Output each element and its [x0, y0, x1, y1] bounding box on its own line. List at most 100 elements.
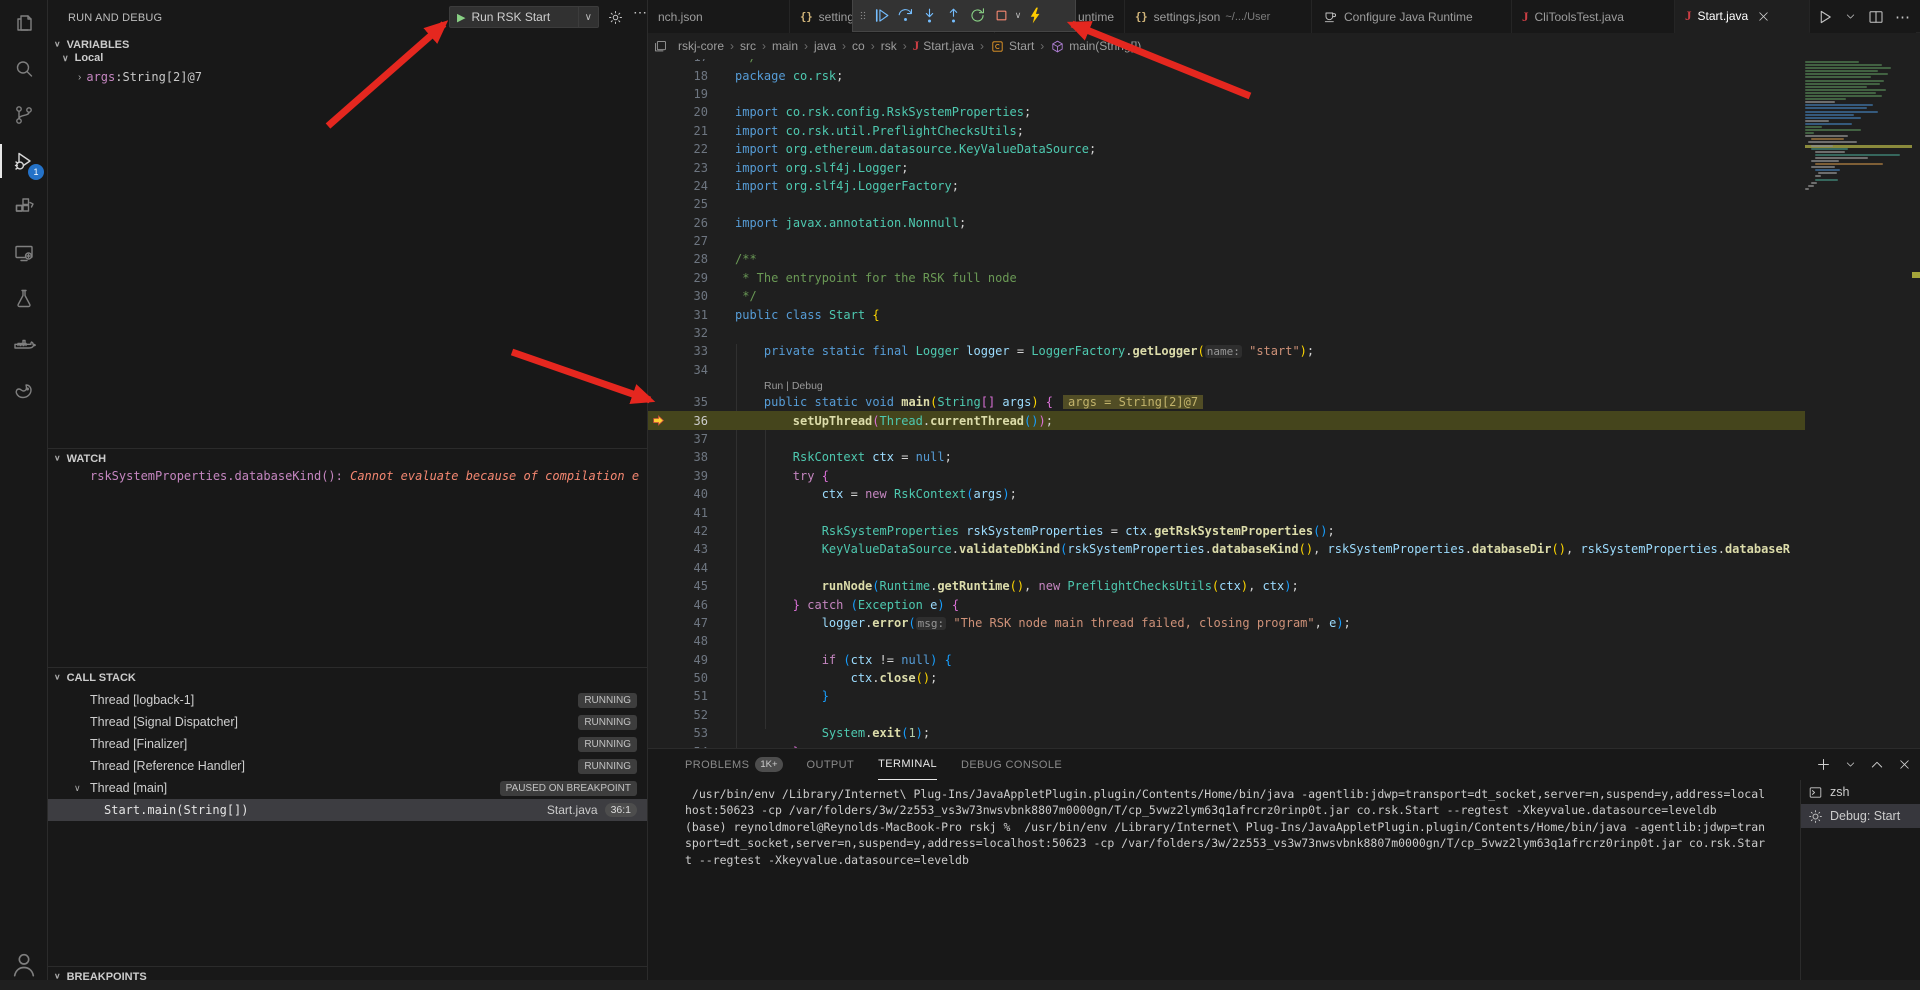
breadcrumb-item-java[interactable]: java — [814, 39, 836, 53]
code-line[interactable]: 22import org.ethereum.datasource.KeyValu… — [648, 140, 1805, 158]
codelens-run-debug[interactable]: Run | Debug — [648, 379, 1805, 393]
code-line[interactable]: 44 — [648, 559, 1805, 577]
continue-icon[interactable] — [869, 3, 893, 29]
code-line[interactable]: 24import org.slf4j.LoggerFactory; — [648, 177, 1805, 195]
watch-section-header[interactable]: ∨ WATCH — [48, 449, 647, 468]
call-stack-thread[interactable]: Thread [Signal Dispatcher]RUNNING — [48, 711, 647, 733]
call-stack-thread[interactable]: Thread [Finalizer]RUNNING — [48, 733, 647, 755]
editor-tab-nch-json[interactable]: nch.json — [648, 0, 790, 33]
run-file-button[interactable] — [1816, 8, 1834, 26]
account-icon[interactable] — [0, 950, 48, 990]
terminal-instance-debug-start[interactable]: Debug: Start — [1801, 804, 1920, 828]
code-line[interactable]: 25 — [648, 195, 1805, 213]
step-into-icon[interactable] — [917, 3, 941, 29]
overview-ruler[interactable] — [1912, 59, 1920, 748]
code-line[interactable]: 37 — [648, 430, 1805, 448]
minimap[interactable] — [1805, 61, 1912, 748]
code-line[interactable]: 23import org.slf4j.Logger; — [648, 158, 1805, 176]
code-line[interactable]: 43 KeyValueDataSource.validateDbKind(rsk… — [648, 540, 1805, 558]
activity-bar-item-source-control[interactable] — [0, 92, 48, 138]
editor-tab-settings-json[interactable]: {}settings.json~/.../User — [1125, 0, 1312, 33]
terminal-output[interactable]: /usr/bin/env /Library/Internet\ Plug-Ins… — [685, 786, 1797, 868]
code-line[interactable]: 30 */ — [648, 287, 1805, 305]
breadcrumb-item-co[interactable]: co — [852, 39, 865, 53]
hot-code-replace-icon[interactable] — [1023, 3, 1047, 29]
call-stack-thread[interactable]: Thread [logback-1]RUNNING — [48, 689, 647, 711]
code-line[interactable]: 52 — [648, 706, 1805, 724]
code-line[interactable]: 20import co.rsk.config.RskSystemProperti… — [648, 103, 1805, 121]
code-line[interactable]: 50 ctx.close(); — [648, 669, 1805, 687]
code-line[interactable]: 40 ctx = new RskContext(args); — [648, 485, 1805, 503]
activity-bar-item-testing[interactable] — [0, 276, 48, 322]
variables-section-header[interactable]: ∨ VARIABLES — [48, 35, 647, 54]
code-line[interactable]: 46 } catch (Exception e) { — [648, 595, 1805, 613]
step-over-icon[interactable] — [893, 3, 917, 29]
code-line[interactable]: 47 logger.error(msg: "The RSK node main … — [648, 614, 1805, 632]
code-line[interactable]: 41 — [648, 503, 1805, 521]
open-editors-icon[interactable] — [653, 39, 668, 54]
code-line[interactable]: 19 — [648, 85, 1805, 103]
editor-tab-clitoolstest-java[interactable]: JCliToolsTest.java — [1512, 0, 1675, 33]
watch-expression[interactable]: rskSystemProperties.databaseKind(): Cann… — [90, 469, 640, 483]
code-line[interactable]: 49 if (ctx != null) { — [648, 651, 1805, 669]
code-line[interactable]: 51 } — [648, 687, 1805, 705]
activity-bar-item-remote-explorer[interactable] — [0, 230, 48, 276]
panel-tab-output[interactable]: OUTPUT — [807, 749, 855, 780]
breadcrumb-item-rskj-core[interactable]: rskj-core — [678, 39, 724, 53]
restart-icon[interactable] — [965, 3, 989, 29]
code-line[interactable]: 18package co.rsk; — [648, 66, 1805, 84]
breakpoints-section-header[interactable]: ∨ BREAKPOINTS — [48, 967, 647, 986]
split-editor-icon[interactable] — [1867, 8, 1885, 26]
code-line[interactable]: 29 * The entrypoint for the RSK full nod… — [648, 269, 1805, 287]
more-actions-icon[interactable]: ⋯ — [1895, 8, 1910, 26]
stop-icon[interactable] — [989, 3, 1013, 29]
code-line[interactable]: 21import co.rsk.util.PreflightChecksUtil… — [648, 122, 1805, 140]
call-stack-thread[interactable]: Thread [Reference Handler]RUNNING — [48, 755, 647, 777]
code-line[interactable]: 32 — [648, 324, 1805, 342]
terminal-dropdown-icon[interactable] — [1844, 758, 1857, 771]
code-line[interactable]: 42 RskSystemProperties rskSystemProperti… — [648, 522, 1805, 540]
call-stack-section-header[interactable]: ∨ CALL STACK — [48, 668, 647, 687]
activity-bar-item-docker[interactable] — [0, 322, 48, 368]
activity-bar-item-explorer[interactable] — [0, 0, 48, 46]
code-line[interactable]: 34 — [648, 361, 1805, 379]
code-line-current[interactable]: 36 setUpThread(Thread.currentThread()); — [648, 411, 1805, 429]
gear-icon[interactable] — [607, 9, 624, 26]
code-line[interactable]: 33 private static final Logger logger = … — [648, 342, 1805, 360]
terminal-instance-zsh[interactable]: zsh — [1801, 780, 1920, 804]
editor-tab-start-java[interactable]: JStart.java — [1675, 0, 1810, 33]
run-config-label[interactable]: Run RSK Start — [471, 10, 577, 24]
code-line[interactable]: 31public class Start { — [648, 305, 1805, 323]
activity-bar-item-run-and-debug[interactable]: 1 — [0, 138, 48, 184]
code-line[interactable]: 39 try { — [648, 467, 1805, 485]
maximize-panel-icon[interactable] — [1869, 757, 1885, 773]
code-line[interactable]: 45 runNode(Runtime.getRuntime(), new Pre… — [648, 577, 1805, 595]
new-terminal-icon[interactable] — [1815, 756, 1832, 773]
run-play-icon[interactable]: ▶ — [457, 11, 465, 24]
variable-args[interactable]: › args: String[2]@7 — [78, 70, 202, 84]
code-line[interactable]: 27 — [648, 232, 1805, 250]
close-panel-icon[interactable] — [1897, 757, 1912, 772]
run-config-dropdown[interactable]: ▶ Run RSK Start ∨ — [449, 6, 599, 28]
panel-tab-problems[interactable]: PROBLEMS1K+ — [685, 749, 783, 780]
more-actions-icon[interactable]: ⋯ — [633, 4, 648, 21]
activity-bar-item-extensions[interactable] — [0, 184, 48, 230]
call-stack-thread[interactable]: ∨Thread [main]PAUSED ON BREAKPOINT — [48, 777, 647, 799]
code-line[interactable]: 17 */ — [648, 59, 1805, 66]
activity-bar-item-gradle[interactable] — [0, 368, 48, 414]
step-out-icon[interactable] — [941, 3, 965, 29]
breadcrumb-item-start-java[interactable]: JStart.java — [913, 38, 974, 54]
code-editor[interactable]: 17 */18package co.rsk;1920import co.rsk.… — [648, 59, 1805, 748]
code-line[interactable]: 26import javax.annotation.Nonnull; — [648, 214, 1805, 232]
panel-tab-debug-console[interactable]: DEBUG CONSOLE — [961, 749, 1062, 780]
breadcrumb-item-main-string-[interactable]: main(String[]) — [1050, 39, 1141, 54]
chevron-icon[interactable]: ∨ — [1013, 3, 1023, 29]
run-config-chevron-icon[interactable]: ∨ — [578, 7, 598, 27]
breadcrumb-item-start[interactable]: Start — [990, 39, 1034, 54]
code-line[interactable]: 35 public static void main(String[] args… — [648, 393, 1805, 411]
editor-tab-configure-java-runtime[interactable]: Configure Java Runtime — [1312, 0, 1512, 33]
breadcrumb-item-main[interactable]: main — [772, 39, 798, 53]
code-line[interactable]: 48 — [648, 632, 1805, 650]
breadcrumb-item-src[interactable]: src — [740, 39, 756, 53]
call-stack-frame-selected[interactable]: Start.main(String[])Start.java36:1 — [48, 799, 647, 821]
